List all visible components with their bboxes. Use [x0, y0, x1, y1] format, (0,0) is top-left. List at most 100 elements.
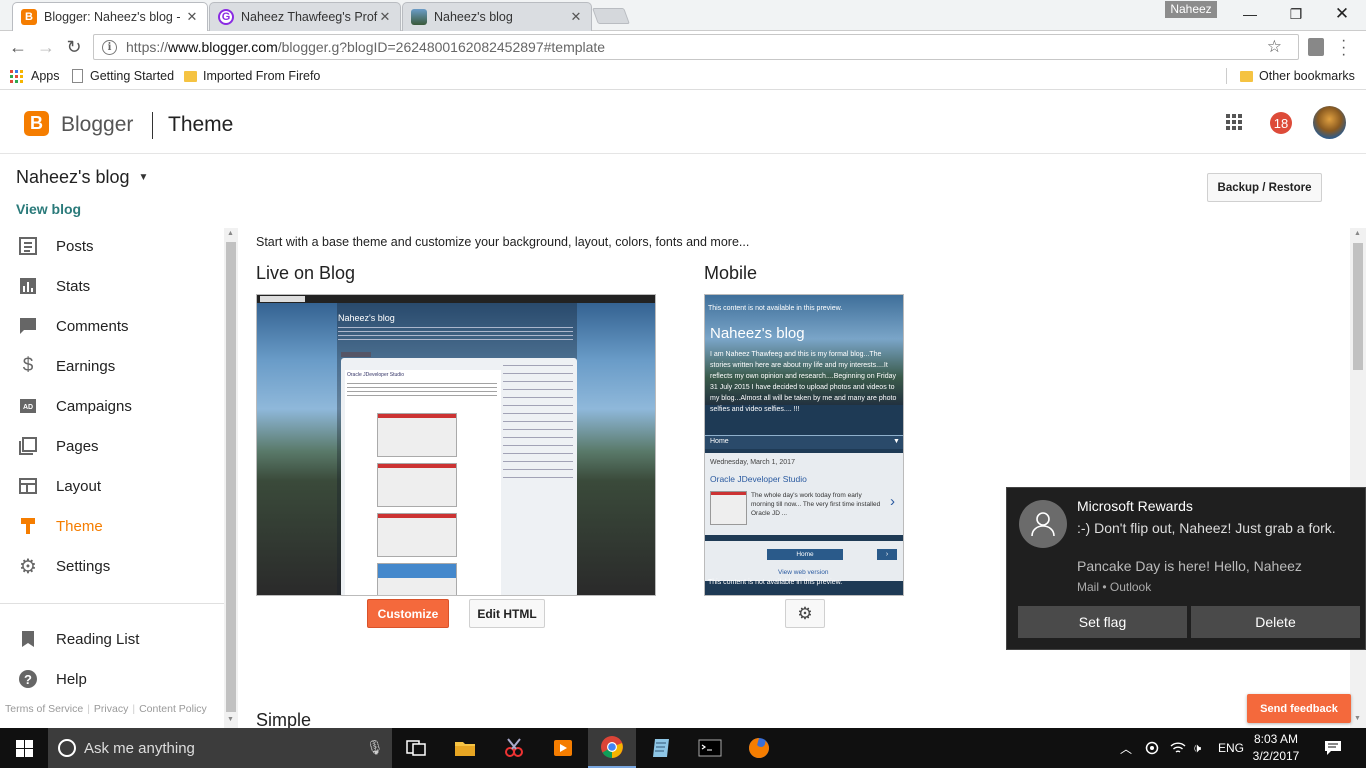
scroll-up-icon[interactable]: ▲ [1354, 230, 1361, 237]
bookmark-apps[interactable]: Apps [10, 67, 60, 85]
reload-icon[interactable]: ↻ [62, 35, 86, 59]
page-icon [72, 69, 83, 83]
scrollbar-thumb[interactable] [226, 242, 236, 712]
svg-text:AD: AD [23, 404, 33, 411]
live-blog-preview[interactable]: Naheez's blog Oracle JDeveloper Studio [256, 294, 656, 596]
menu-dots-icon[interactable]: · · · [1341, 33, 1346, 63]
chrome-icon[interactable] [588, 728, 636, 768]
profile-badge[interactable]: Naheez [1165, 1, 1217, 18]
clock[interactable]: 8:03 AM 3/2/2017 [1244, 731, 1308, 765]
notepad-icon[interactable] [637, 728, 685, 768]
preview-screenshot-2 [377, 463, 457, 507]
cortana-search-box[interactable]: Ask me anything 🎙 [48, 728, 392, 768]
mobile-post-title[interactable]: Oracle JDeveloper Studio [710, 474, 807, 484]
mobile-next-icon[interactable]: › [877, 549, 897, 560]
bookmark-getting-started[interactable]: Getting Started [72, 67, 174, 85]
apps-grid-icon [10, 69, 23, 83]
wifi-icon[interactable] [1170, 728, 1186, 768]
sidebar-item-theme[interactable]: Theme [0, 506, 222, 546]
main-scrollbar[interactable]: ▲ ▼ [1350, 228, 1366, 728]
tab-profile[interactable]: G Naheez Thawfeeg's Profil ✕ [209, 2, 401, 31]
sidebar-item-campaigns[interactable]: AD Campaigns [0, 386, 222, 426]
sidebar-item-stats[interactable]: Stats [0, 266, 222, 306]
sidebar-item-help[interactable]: ? Help [0, 659, 222, 699]
start-button[interactable] [0, 728, 48, 768]
action-center-icon[interactable] [1324, 728, 1342, 768]
customize-button[interactable]: Customize [367, 599, 449, 628]
set-flag-button[interactable]: Set flag [1018, 606, 1187, 638]
scroll-down-icon[interactable]: ▼ [1354, 715, 1361, 722]
sidebar-item-posts[interactable]: Posts [0, 226, 222, 266]
bookmark-other[interactable]: Other bookmarks [1240, 67, 1355, 85]
toast-message: :-) Don't flip out, Naheez! Just grab a … [1077, 520, 1336, 536]
task-view-icon[interactable] [392, 728, 440, 768]
tray-chevron-icon[interactable]: ︿ [1120, 728, 1132, 768]
sidebar-item-earnings[interactable]: $ Earnings [0, 346, 222, 386]
close-icon[interactable]: ✕ [569, 9, 583, 25]
folder-icon [184, 70, 197, 82]
sidebar-item-reading-list[interactable]: Reading List [0, 619, 222, 659]
scroll-down-icon[interactable]: ▼ [227, 716, 234, 723]
folder-icon [1240, 70, 1253, 82]
clock-time: 8:03 AM [1253, 732, 1299, 746]
terms-link[interactable]: Terms of Service [5, 703, 83, 715]
restore-icon[interactable]: ❐ [1273, 0, 1319, 28]
microphone-icon[interactable]: 🎙 [366, 739, 384, 756]
svg-text:?: ? [24, 672, 32, 687]
notification-badge[interactable]: 18 [1270, 112, 1292, 134]
mobile-preview[interactable]: This content is not available in this pr… [704, 294, 904, 596]
theme-icon [18, 516, 38, 536]
window-close-icon[interactable]: ✕ [1319, 0, 1365, 28]
backup-restore-button[interactable]: Backup / Restore [1207, 173, 1322, 202]
address-bar[interactable]: i https://www.blogger.com/blogger.g?blog… [93, 34, 1299, 60]
avatar[interactable] [1313, 106, 1346, 139]
file-explorer-icon[interactable] [441, 728, 489, 768]
new-tab-button[interactable] [592, 8, 630, 24]
blog-selector[interactable]: Naheez's blog ▼ [16, 167, 148, 188]
extension-icon[interactable] [1308, 38, 1324, 56]
content-policy-link[interactable]: Content Policy [139, 703, 207, 715]
scrollbar-thumb[interactable] [1353, 243, 1363, 370]
blogger-logo-icon[interactable]: B [24, 111, 49, 136]
mobile-home-bar[interactable]: Home ▼ [705, 435, 903, 449]
sidebar-item-pages[interactable]: Pages [0, 426, 222, 466]
view-blog-link[interactable]: View blog [16, 201, 81, 217]
command-prompt-icon[interactable] [686, 728, 734, 768]
delete-button[interactable]: Delete [1191, 606, 1360, 638]
notification-toast[interactable]: Microsoft Rewards :-) Don't flip out, Na… [1006, 487, 1366, 650]
sidebar-item-label: Posts [56, 237, 94, 255]
volume-icon[interactable]: 🕩 [1193, 728, 1201, 768]
close-icon[interactable]: ✕ [185, 9, 199, 25]
tab-blog[interactable]: Naheez's blog ✕ [402, 2, 592, 31]
bookmark-star-icon[interactable]: ☆ [1267, 37, 1282, 57]
edit-html-button[interactable]: Edit HTML [469, 599, 545, 628]
privacy-link[interactable]: Privacy [94, 703, 128, 715]
stats-icon [18, 276, 38, 296]
scroll-up-icon[interactable]: ▲ [227, 230, 234, 237]
minimize-icon[interactable]: — [1227, 0, 1273, 28]
page-title: Theme [168, 113, 234, 136]
close-icon[interactable]: ✕ [378, 9, 392, 25]
apps-launcher-icon[interactable] [1226, 114, 1242, 130]
mobile-settings-gear-icon[interactable]: ⚙ [785, 599, 825, 628]
tab-blogger[interactable]: B Blogger: Naheez's blog - ✕ [12, 2, 208, 31]
bookmark-imported[interactable]: Imported From Firefo [184, 67, 320, 85]
sidebar-item-settings[interactable]: ⚙ Settings [0, 546, 222, 586]
forward-arrow-icon[interactable]: → [34, 35, 58, 59]
mobile-home-button[interactable]: Home [767, 549, 843, 560]
media-player-icon[interactable] [539, 728, 587, 768]
firefox-icon[interactable] [735, 728, 783, 768]
sidebar-scrollbar[interactable]: ▲ ▼ [224, 228, 238, 728]
back-arrow-icon[interactable]: ← [6, 35, 30, 59]
chevron-right-icon[interactable]: › [890, 493, 895, 510]
info-icon[interactable]: i [102, 39, 117, 55]
brand-name[interactable]: Blogger [61, 113, 133, 137]
snipping-tool-icon[interactable] [490, 728, 538, 768]
language-indicator[interactable]: ENG [1218, 728, 1244, 768]
sidebar-item-comments[interactable]: Comments [0, 306, 222, 346]
sidebar-item-layout[interactable]: Layout [0, 466, 222, 506]
mobile-view-web-link[interactable]: View web version [778, 569, 828, 576]
location-icon[interactable] [1145, 728, 1159, 768]
send-feedback-button[interactable]: Send feedback [1247, 694, 1351, 723]
sidebar-divider [0, 603, 224, 604]
